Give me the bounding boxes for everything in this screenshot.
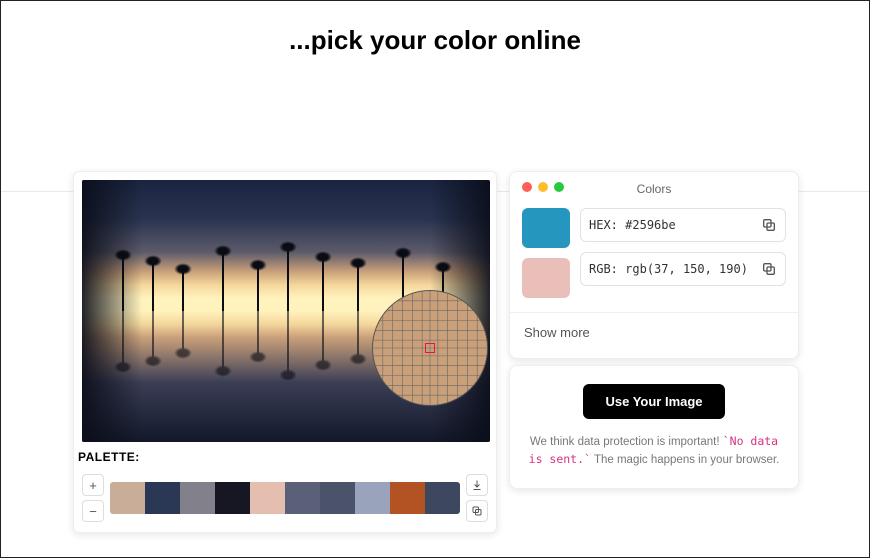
image-panel: PALETTE: + − (73, 171, 497, 533)
palette-swatch[interactable] (180, 482, 215, 514)
palette-add-button[interactable]: + (82, 474, 104, 496)
palette-swatch[interactable] (390, 482, 425, 514)
palette-label: PALETTE: (74, 450, 496, 468)
color-picker-loupe[interactable] (372, 290, 488, 406)
picked-color-swatch-primary[interactable] (522, 208, 570, 248)
colors-panel: Colors HEX: #2596be RGB: rgb(37, 150, 19… (509, 171, 799, 359)
palette-swatch[interactable] (145, 482, 180, 514)
palette-swatch[interactable] (355, 482, 390, 514)
download-icon (471, 479, 483, 491)
loupe-target-pixel (425, 343, 435, 353)
copy-icon[interactable] (761, 261, 777, 277)
page-title: ...pick your color online (1, 25, 869, 56)
plus-icon: + (89, 478, 97, 493)
use-your-image-button[interactable]: Use Your Image (583, 384, 724, 419)
hex-field[interactable]: HEX: #2596be (580, 208, 786, 242)
palette-swatch[interactable] (285, 482, 320, 514)
upload-panel: Use Your Image We think data protection … (509, 365, 799, 489)
colors-panel-title: Colors (510, 182, 798, 196)
rgb-value: rgb(37, 150, 190) (625, 262, 761, 276)
palette-swatches (110, 482, 460, 514)
copy-icon[interactable] (761, 217, 777, 233)
palette-copy-button[interactable] (466, 500, 488, 522)
hex-label: HEX: (589, 218, 618, 232)
rgb-label: RGB: (589, 262, 618, 276)
copy-icon (471, 505, 483, 517)
palette-swatch[interactable] (215, 482, 250, 514)
palette-swatch[interactable] (425, 482, 460, 514)
rgb-field[interactable]: RGB: rgb(37, 150, 190) (580, 252, 786, 286)
hex-value: #2596be (625, 218, 761, 232)
show-more-link[interactable]: Show more (510, 312, 798, 354)
picked-color-swatch-secondary[interactable] (522, 258, 570, 298)
palette-remove-button[interactable]: − (82, 500, 104, 522)
palette-swatch[interactable] (250, 482, 285, 514)
palette-download-button[interactable] (466, 474, 488, 496)
privacy-note: We think data protection is important! `… (526, 433, 782, 470)
image-canvas[interactable] (82, 180, 490, 442)
palette-swatch[interactable] (320, 482, 355, 514)
palette-swatch[interactable] (110, 482, 145, 514)
minus-icon: − (89, 504, 97, 519)
